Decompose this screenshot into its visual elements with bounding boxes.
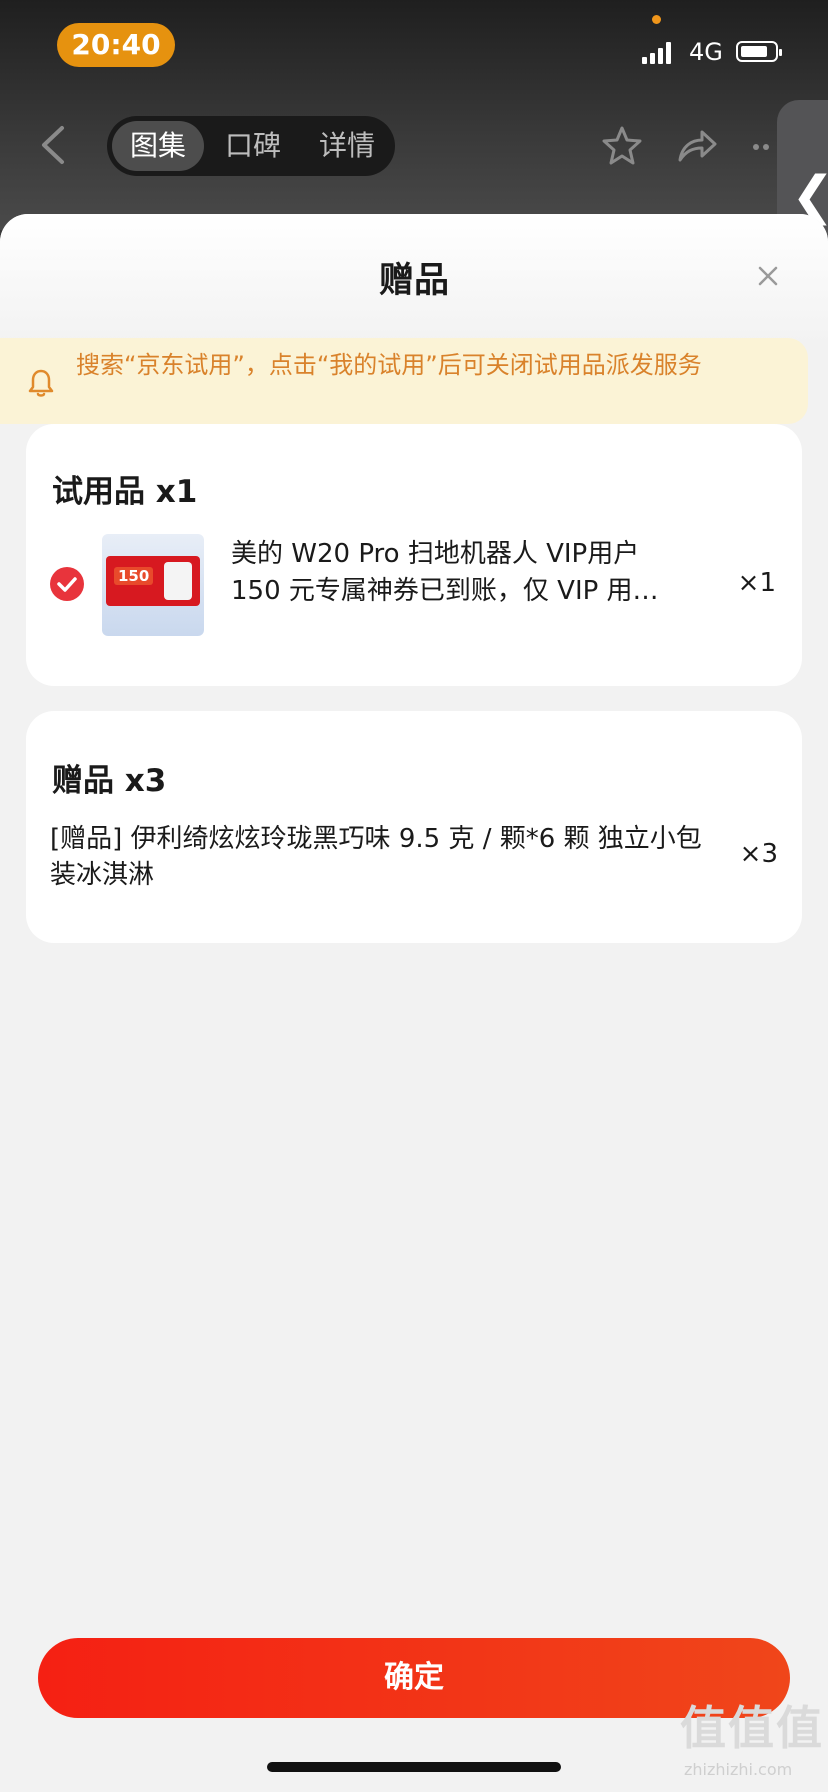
gift-item-name[interactable]: [赠品] 伊利绮炫炫玲珑黑巧味 9.5 克 / 颗*6 颗 独立小包装冰淇淋 bbox=[50, 821, 720, 893]
notice-text: 搜索“京东试用”，点击“我的试用”后可关闭试用品派发服务 bbox=[76, 351, 702, 379]
watermark-url: zhizhizhi.com bbox=[684, 1760, 793, 1779]
back-arrow-icon[interactable] bbox=[36, 125, 70, 165]
close-icon[interactable] bbox=[756, 264, 780, 288]
trial-item-name[interactable]: 美的 W20 Pro 扫地机器人 VIP用户 150 元专属神券已到账，仅 VI… bbox=[231, 536, 701, 610]
gift-item-quantity: ×3 bbox=[739, 839, 778, 869]
bell-icon bbox=[28, 369, 54, 397]
trial-product-card: 试用品 x1 150 美的 W20 Pro 扫地机器人 VIP用户 150 元专… bbox=[26, 424, 802, 686]
sheet-title: 赠品 bbox=[378, 261, 449, 301]
thumbnail-coupon-label: 150 bbox=[114, 567, 154, 585]
tab-gallery[interactable]: 图集 bbox=[112, 121, 204, 171]
favorite-star-icon[interactable] bbox=[600, 124, 644, 168]
gift-product-card: 赠品 x3 [赠品] 伊利绮炫炫玲珑黑巧味 9.5 克 / 颗*6 颗 独立小包… bbox=[26, 711, 802, 943]
nav-tab-group: 图集 口碑 详情 bbox=[107, 116, 395, 176]
tab-reviews[interactable]: 口碑 bbox=[207, 121, 299, 171]
gift-section-title: 赠品 x3 bbox=[52, 763, 167, 799]
trial-section-title: 试用品 x1 bbox=[52, 474, 198, 510]
more-icon[interactable] bbox=[752, 143, 776, 151]
privacy-indicator-dot bbox=[652, 15, 661, 24]
product-thumbnail[interactable]: 150 bbox=[102, 534, 204, 636]
gift-bottom-sheet: 赠品 搜索“京东试用”，点击“我的试用”后可关闭试用品派发服务 试用品 x1 1… bbox=[0, 214, 828, 1792]
tab-details[interactable]: 详情 bbox=[301, 121, 393, 171]
battery-icon bbox=[736, 41, 782, 62]
checkbox-checked-icon[interactable] bbox=[50, 567, 84, 601]
watermark-logo: 值值值 bbox=[680, 1701, 824, 1755]
share-icon[interactable] bbox=[676, 126, 718, 166]
status-time: 20:40 bbox=[57, 23, 175, 67]
confirm-button[interactable]: 确定 bbox=[38, 1638, 790, 1718]
watermark: 值值值 zhizhizhi.com bbox=[680, 1692, 824, 1779]
network-type: 4G bbox=[689, 38, 723, 66]
robot-vacuum-image bbox=[164, 562, 192, 600]
home-indicator[interactable] bbox=[267, 1762, 561, 1772]
trial-notice-banner: 搜索“京东试用”，点击“我的试用”后可关闭试用品派发服务 bbox=[0, 338, 808, 424]
trial-item-quantity: ×1 bbox=[737, 568, 776, 598]
signal-icon bbox=[642, 42, 674, 64]
